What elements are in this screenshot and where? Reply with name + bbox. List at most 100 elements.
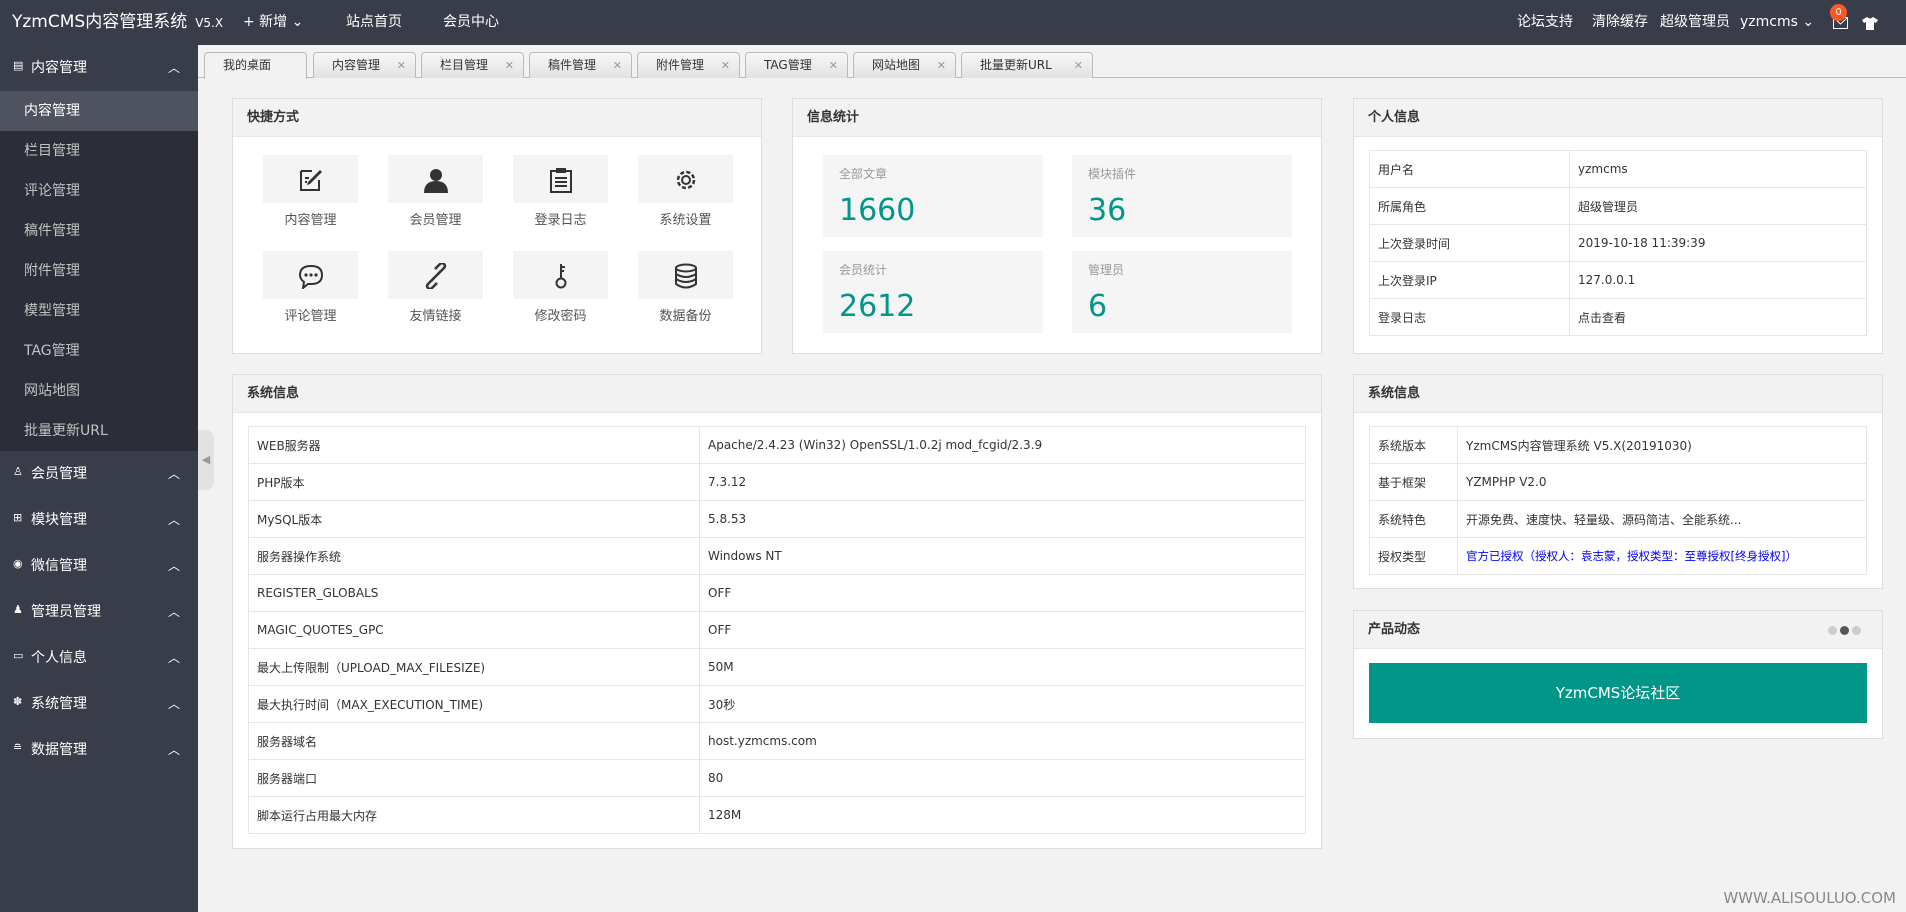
tab-desktop[interactable]: 我的桌面 xyxy=(204,52,307,79)
tab-label: 网站地图 xyxy=(872,58,921,72)
carousel-dot[interactable] xyxy=(1828,626,1837,635)
table-row: MySQL版本 5.8.53 xyxy=(248,500,1306,538)
tab-category[interactable]: 栏目管理 ✕ xyxy=(421,52,524,78)
carousel-dot[interactable] xyxy=(1852,626,1861,635)
quick-item-members[interactable] xyxy=(388,155,483,203)
login-log-link[interactable]: 点击查看 xyxy=(1569,298,1867,336)
table-row: REGISTER_GLOBALS OFF xyxy=(248,574,1306,612)
sidebar-item-category[interactable]: 栏目管理 xyxy=(0,131,198,171)
row-label: 授权类型 xyxy=(1369,537,1458,575)
stat-admins[interactable]: 管理员 6 xyxy=(1072,251,1292,333)
close-icon[interactable]: ✕ xyxy=(397,53,406,78)
sidebar-group-wechat[interactable]: ◉ 微信管理 ︿ xyxy=(0,543,198,589)
close-icon[interactable]: ✕ xyxy=(721,53,730,78)
sidebar-collapse-handle[interactable]: ◀ xyxy=(198,430,214,490)
sidebar-group-admins[interactable]: ♟ 管理员管理 ︿ xyxy=(0,589,198,635)
forum-community-button[interactable]: YzmCMS论坛社区 xyxy=(1369,663,1867,723)
new-menu-button[interactable]: + 新增 ⌄ xyxy=(243,0,303,45)
gear-icon: ✽ xyxy=(13,695,23,708)
sidebar-group-data[interactable]: ≘ 数据管理 ︿ xyxy=(0,727,198,773)
sidebar-item-attachments[interactable]: 附件管理 xyxy=(0,251,198,291)
row-value: OFF xyxy=(699,574,1306,612)
sidebar-item-batch-url[interactable]: 批量更新URL xyxy=(0,411,198,451)
tab-batch-url[interactable]: 批量更新URL ✕ xyxy=(961,52,1093,78)
quick-label: 数据备份 xyxy=(659,309,712,324)
sidebar: ▤ 内容管理 ︿ 内容管理 栏目管理 评论管理 稿件管理 附件管理 模型管理 T… xyxy=(0,45,198,912)
row-value: 超级管理员 xyxy=(1569,187,1867,225)
system-version-panel: 系统信息 系统版本 YzmCMS内容管理系统 V5.X(20191030) 基于框… xyxy=(1353,374,1883,589)
app-brand[interactable]: YzmCMS内容管理系统 V5.X xyxy=(12,0,223,46)
quick-item-links[interactable] xyxy=(388,251,483,299)
license-link[interactable]: 官方已授权（授权人：袁志蒙，授权类型：至尊授权[终身授权]） xyxy=(1457,537,1867,575)
tab-attachments[interactable]: 附件管理 ✕ xyxy=(637,52,740,78)
quick-item-backup[interactable] xyxy=(638,251,733,299)
sidebar-item-content[interactable]: 内容管理 xyxy=(0,91,198,131)
sidebar-group-label: 会员管理 xyxy=(31,466,87,482)
database-icon: ≘ xyxy=(13,741,23,754)
stat-plugins[interactable]: 模块插件 36 xyxy=(1072,155,1292,237)
table-row: 脚本运行占用最大内存 128M xyxy=(248,796,1306,834)
sidebar-group-profile[interactable]: ▭ 个人信息 ︿ xyxy=(0,635,198,681)
stat-articles[interactable]: 全部文章 1660 xyxy=(823,155,1043,237)
tab-tags[interactable]: TAG管理 ✕ xyxy=(745,52,848,78)
quick-item-login-log[interactable] xyxy=(513,155,608,203)
sidebar-group-label: 系统管理 xyxy=(31,696,87,712)
forum-support-link[interactable]: 论坛支持 xyxy=(1517,0,1573,45)
table-row: 登录日志 点击查看 xyxy=(1369,298,1867,336)
user-menu-button[interactable]: yzmcms ⌄ xyxy=(1740,0,1814,45)
member-center-link[interactable]: 会员中心 xyxy=(443,0,499,45)
stat-label: 全部文章 xyxy=(839,167,888,181)
row-label: REGISTER_GLOBALS xyxy=(248,574,700,612)
sidebar-item-models[interactable]: 模型管理 xyxy=(0,291,198,331)
quick-item-settings[interactable] xyxy=(638,155,733,203)
site-home-link[interactable]: 站点首页 xyxy=(346,0,402,45)
clear-cache-link[interactable]: 清除缓存 xyxy=(1592,0,1648,45)
row-label: PHP版本 xyxy=(248,463,700,501)
quick-item-content[interactable] xyxy=(263,155,358,203)
close-icon[interactable]: ✕ xyxy=(829,53,838,78)
row-label: 脚本运行占用最大内存 xyxy=(248,796,700,834)
row-value: 80 xyxy=(699,759,1306,797)
tab-manuscripts[interactable]: 稿件管理 ✕ xyxy=(529,52,632,78)
tab-content[interactable]: 内容管理 ✕ xyxy=(313,52,416,78)
sidebar-item-label: 附件管理 xyxy=(24,263,80,279)
sidebar-item-comments[interactable]: 评论管理 xyxy=(0,171,198,211)
sidebar-group-modules[interactable]: ⊞ 模块管理 ︿ xyxy=(0,497,198,543)
tab-label: 批量更新URL xyxy=(980,58,1052,72)
sidebar-item-label: 栏目管理 xyxy=(24,143,80,159)
stat-value: 1660 xyxy=(839,193,916,228)
sidebar-item-sitemap[interactable]: 网站地图 xyxy=(0,371,198,411)
tab-label: 附件管理 xyxy=(656,58,705,72)
document-icon: ▤ xyxy=(13,59,24,72)
tab-bar: 我的桌面 内容管理 ✕ 栏目管理 ✕ 稿件管理 ✕ 附件管理 ✕ TAG管理 ✕ 网站地图… xyxy=(198,45,1906,79)
quick-item-comments[interactable] xyxy=(263,251,358,299)
stat-label: 会员统计 xyxy=(839,263,888,277)
carousel-dot-active[interactable] xyxy=(1840,626,1849,635)
sidebar-item-manuscripts[interactable]: 稿件管理 xyxy=(0,211,198,251)
close-icon[interactable]: ✕ xyxy=(505,53,514,78)
link-icon xyxy=(425,263,447,289)
admin-icon: ♟ xyxy=(13,603,23,616)
gear-icon xyxy=(676,170,696,190)
sidebar-group-label: 内容管理 xyxy=(31,60,87,76)
shirt-icon[interactable] xyxy=(1862,15,1878,34)
sidebar-group-members[interactable]: ♙ 会员管理 ︿ xyxy=(0,451,198,497)
row-value: YzmCMS内容管理系统 V5.X(20191030) xyxy=(1457,426,1867,464)
quick-label: 会员管理 xyxy=(409,213,462,228)
sidebar-group-label: 数据管理 xyxy=(31,742,87,758)
sidebar-item-label: 网站地图 xyxy=(24,383,80,399)
quick-item-password[interactable] xyxy=(513,251,608,299)
sidebar-item-tags[interactable]: TAG管理 xyxy=(0,331,198,371)
close-icon[interactable]: ✕ xyxy=(613,53,622,78)
close-icon[interactable]: ✕ xyxy=(937,53,946,78)
sidebar-group-system[interactable]: ✽ 系统管理 ︿ xyxy=(0,681,198,727)
tab-sitemap[interactable]: 网站地图 ✕ xyxy=(853,52,956,78)
table-row: MAGIC_QUOTES_GPC OFF xyxy=(248,611,1306,649)
stat-members[interactable]: 会员统计 2612 xyxy=(823,251,1043,333)
stat-value: 36 xyxy=(1088,193,1127,228)
sidebar-group-content[interactable]: ▤ 内容管理 ︿ xyxy=(0,45,198,91)
row-value: 2019-10-18 11:39:39 xyxy=(1569,224,1867,262)
row-label: 服务器操作系统 xyxy=(248,537,700,575)
close-icon[interactable]: ✕ xyxy=(1074,53,1083,78)
row-value: 127.0.0.1 xyxy=(1569,261,1867,299)
